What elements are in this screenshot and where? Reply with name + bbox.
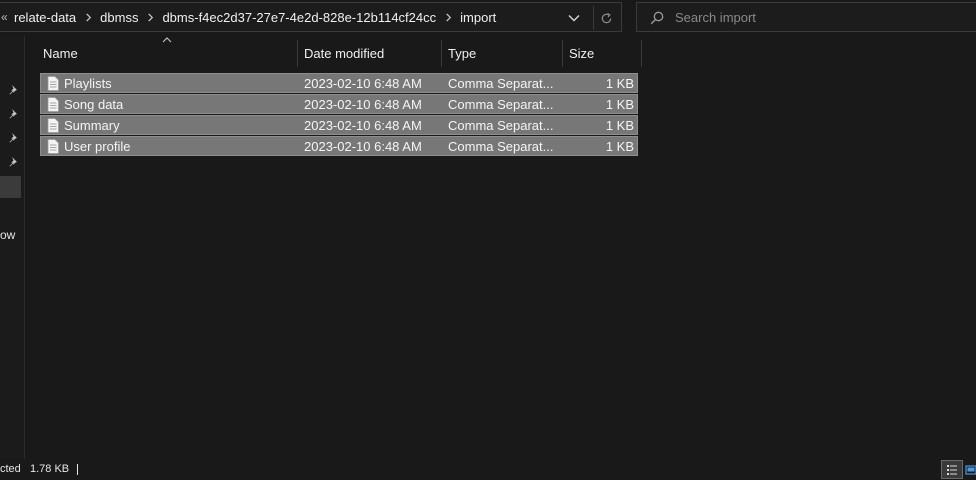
file-size: 1 KB [605, 97, 634, 112]
nav-item-selected[interactable] [0, 176, 21, 198]
file-date-modified: 2023-02-10 6:48 AM [304, 118, 422, 133]
column-header-size[interactable]: Size [563, 40, 641, 67]
file-date-modified: 2023-02-10 6:48 AM [304, 97, 422, 112]
navigation-pane[interactable] [0, 36, 24, 459]
file-name: Summary [64, 118, 120, 133]
status-bar: cted 1.78 KB [0, 459, 976, 480]
column-header-name[interactable]: Name [37, 40, 297, 67]
file-type: Comma Separat... [448, 139, 554, 154]
breadcrumb: « relate-data dbmss dbms-f4ec2d37-27e7-4… [0, 3, 496, 31]
large-icons-view-button[interactable] [965, 460, 976, 479]
file-explorer-window: « relate-data dbmss dbms-f4ec2d37-27e7-4… [0, 0, 976, 480]
file-icon [47, 118, 59, 133]
file-row[interactable]: Song data 2023-02-10 6:48 AM Comma Separ… [40, 94, 638, 114]
chevron-right-icon[interactable] [76, 3, 100, 31]
file-date-modified: 2023-02-10 6:48 AM [304, 139, 422, 154]
file-icon [47, 76, 59, 91]
file-row[interactable]: User profile 2023-02-10 6:48 AM Comma Se… [40, 136, 638, 156]
pane-divider[interactable] [24, 36, 25, 459]
file-size: 1 KB [605, 139, 634, 154]
column-resize-handle[interactable] [641, 40, 642, 67]
overflow-crumbs-icon[interactable]: « [0, 10, 10, 24]
pin-icon [9, 109, 17, 119]
file-name: User profile [64, 139, 131, 154]
file-type: Comma Separat... [448, 97, 554, 112]
address-history-dropdown-button[interactable] [562, 7, 586, 29]
address-bar[interactable]: « relate-data dbmss dbms-f4ec2d37-27e7-4… [0, 2, 622, 32]
column-header-type[interactable]: Type [442, 40, 562, 67]
file-icon [47, 139, 59, 154]
file-type: Comma Separat... [448, 76, 554, 91]
pin-icon [9, 157, 17, 167]
pin-icon [9, 85, 17, 95]
file-row[interactable]: Playlists 2023-02-10 6:48 AM Comma Separ… [40, 73, 638, 93]
file-size: 1 KB [605, 118, 634, 133]
column-header-date-modified[interactable]: Date modified [298, 40, 441, 67]
chevron-down-icon [568, 15, 580, 22]
search-input[interactable] [675, 6, 965, 28]
breadcrumb-item-relate-data[interactable]: relate-data [14, 10, 76, 25]
breadcrumb-item-dbms-folder[interactable]: dbms-f4ec2d37-27e7-4e2d-828e-12b114cf24c… [162, 10, 436, 25]
pin-icon [9, 133, 17, 143]
file-name: Playlists [64, 76, 112, 91]
file-row[interactable]: Summary 2023-02-10 6:48 AM Comma Separat… [40, 115, 638, 135]
file-name: Song data [64, 97, 124, 112]
refresh-icon [601, 12, 612, 23]
selection-status: cted [0, 463, 21, 475]
selection-size: 1.78 KB [30, 463, 70, 475]
refresh-button[interactable] [593, 6, 619, 30]
chevron-right-icon[interactable] [436, 3, 460, 31]
large-icons-view-icon [965, 464, 976, 475]
breadcrumb-item-import[interactable]: import [460, 10, 496, 25]
file-date-modified: 2023-02-10 6:48 AM [304, 76, 422, 91]
navigation-bar: « relate-data dbmss dbms-f4ec2d37-27e7-4… [0, 0, 976, 36]
chevron-right-icon[interactable] [138, 3, 162, 31]
breadcrumb-item-dbmss[interactable]: dbmss [100, 10, 138, 25]
file-type: Comma Separat... [448, 118, 554, 133]
file-icon [47, 97, 59, 112]
search-icon [650, 11, 664, 25]
nav-item-label[interactable]: ow [0, 228, 15, 242]
details-view-icon [947, 464, 957, 475]
search-box[interactable] [636, 2, 976, 32]
file-size: 1 KB [605, 76, 634, 91]
details-view-button[interactable] [941, 460, 963, 479]
status-separator [77, 464, 78, 475]
